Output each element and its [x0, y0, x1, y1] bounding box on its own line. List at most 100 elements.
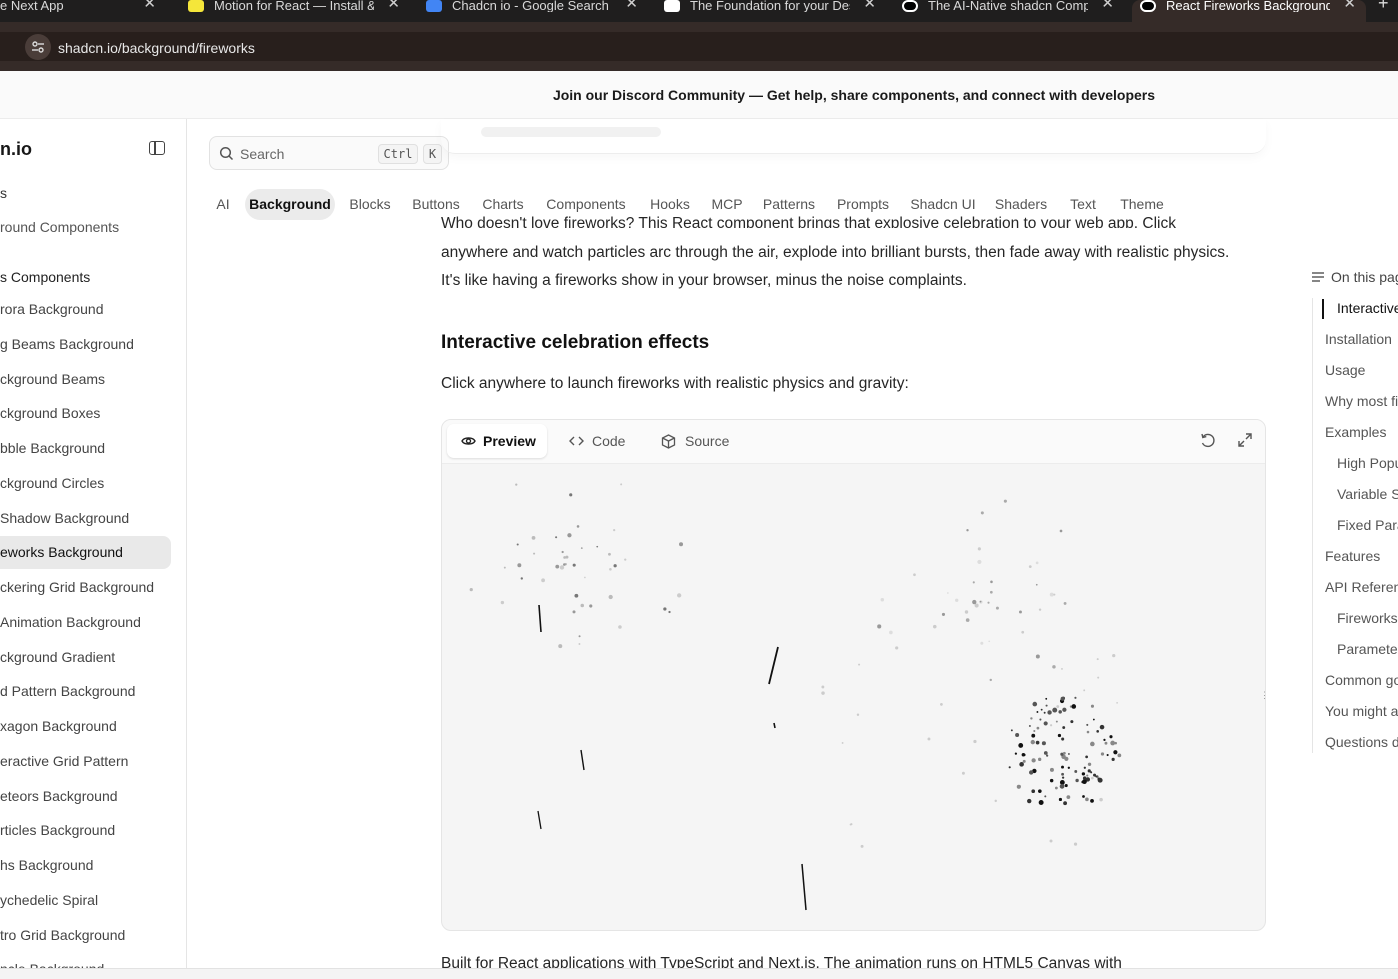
tab-close-icon[interactable]: ✕: [625, 0, 638, 11]
resize-handle[interactable]: ⋮: [1260, 688, 1265, 702]
address-bar: shadcn.io/background/fireworks: [0, 22, 1398, 71]
toc-item[interactable]: API Referen: [1325, 579, 1398, 595]
category-tab[interactable]: Background: [245, 189, 335, 220]
shortcut-ctrl: Ctrl: [378, 144, 418, 164]
demo-intro: Click anywhere to launch fireworks with …: [441, 375, 909, 392]
site-info-icon[interactable]: [25, 34, 51, 60]
category-tab[interactable]: AI: [209, 189, 237, 220]
toc-item[interactable]: Fireworks: [1337, 610, 1398, 626]
toc-item[interactable]: Examples: [1325, 424, 1386, 440]
sidebar-item[interactable]: bble Background: [0, 432, 171, 465]
list-icon: [1312, 272, 1324, 282]
toc-rail: [1312, 298, 1313, 753]
tab-close-icon[interactable]: ✕: [143, 0, 156, 11]
sidebar-item[interactable]: Animation Background: [0, 606, 171, 639]
shortcut-k: K: [423, 144, 442, 164]
tab-close-icon[interactable]: ✕: [387, 0, 400, 11]
sidebar-item[interactable]: ychedelic Spiral: [0, 884, 171, 917]
code-icon: [569, 436, 584, 446]
bottom-paragraph: Built for React applications with TypeSc…: [441, 955, 1261, 969]
tab-title: React Fireworks Background: [1166, 0, 1330, 12]
toc-item[interactable]: You might a: [1325, 703, 1398, 719]
toc-item[interactable]: Features: [1325, 548, 1380, 564]
tab-source[interactable]: Source: [649, 424, 739, 458]
url-text[interactable]: shadcn.io/background/fireworks: [58, 40, 255, 56]
bottom-line: Built for React applications with TypeSc…: [441, 955, 1122, 969]
toc-item[interactable]: Installation: [1325, 331, 1392, 347]
tab-title: The AI-Native shadcn Compone: [928, 0, 1088, 12]
horizontal-scrollbar[interactable]: [0, 968, 1398, 979]
sidebar-item[interactable]: tro Grid Background: [0, 919, 171, 952]
section-heading: Interactive celebration effects: [441, 332, 710, 353]
tab-favicon-icon: [664, 0, 680, 12]
toc-active-marker: [1322, 299, 1324, 319]
toc-item[interactable]: Why most fi: [1325, 393, 1398, 409]
tab-code-label: Code: [592, 433, 626, 449]
intro-line-3: It's like having a fireworks show in you…: [441, 272, 967, 289]
sidebar-item[interactable]: g Beams Background: [0, 328, 171, 361]
browser-tab[interactable]: Chadcn io - Google Search ✕: [418, 0, 648, 22]
toc-title-label: On this page: [1331, 269, 1398, 285]
eye-icon: [461, 437, 476, 445]
sidebar-item[interactable]: ckground Boxes: [0, 397, 171, 430]
sidebar-item[interactable]: ckground Circles: [0, 467, 171, 500]
toc-item[interactable]: Questions d: [1325, 734, 1398, 750]
toc-item[interactable]: Common go: [1325, 672, 1398, 688]
tab-close-icon[interactable]: ✕: [1343, 0, 1356, 11]
sidebar-item[interactable]: eworks Background: [0, 536, 171, 570]
tab-source-label: Source: [685, 433, 730, 449]
tab-close-icon[interactable]: ✕: [863, 0, 876, 11]
sidebar-item[interactable]: hs Background: [0, 849, 171, 882]
toc-item[interactable]: High Popu: [1337, 455, 1398, 471]
sidebar-item[interactable]: ckground Beams: [0, 363, 171, 396]
sidebar-item[interactable]: ckground Gradient: [0, 641, 171, 674]
toc-item[interactable]: Interactive: [1337, 300, 1398, 316]
browser-tab[interactable]: e Next App ✕: [0, 0, 166, 22]
preview-toolbar: Preview Code Source: [442, 420, 1265, 464]
intro-line-1: Who doesn't love fireworks? This React c…: [441, 216, 1176, 228]
preview-card: Preview Code Source ⋮: [441, 419, 1266, 931]
plus-icon: +: [1378, 0, 1389, 13]
browser-tab-strip: e Next App ✕ Motion for React — Install & …: [0, 0, 1398, 22]
sidebar-group-title: s Components: [0, 269, 91, 285]
fireworks-canvas[interactable]: [442, 464, 1265, 930]
search-icon: [219, 146, 234, 161]
sidebar-item[interactable]: Shadow Background: [0, 502, 171, 535]
scrolled-card-edge: [441, 119, 1266, 154]
browser-tab[interactable]: The Foundation for your Design ✕: [656, 0, 886, 22]
browser-tab[interactable]: React Fireworks Background ✕: [1132, 0, 1366, 22]
sidebar-category-link[interactable]: round Components: [0, 219, 119, 235]
tab-title: e Next App: [0, 0, 64, 12]
tab-favicon-icon: [426, 0, 442, 12]
new-tab-button[interactable]: +: [1372, 0, 1398, 22]
search-placeholder: Search: [240, 146, 285, 162]
sidebar-item[interactable]: rticles Background: [0, 814, 171, 847]
toc-item[interactable]: Variable S: [1337, 486, 1398, 502]
tab-favicon-icon: [1140, 0, 1156, 12]
expand-icon[interactable]: [1237, 432, 1257, 452]
tab-title: Motion for React — Install & fir: [214, 0, 374, 12]
intro-clipped-line: Who doesn't love fireworks? This React c…: [441, 216, 1261, 228]
category-tab[interactable]: Blocks: [343, 189, 397, 220]
sidebar: n.io s round Components s Components ror…: [0, 119, 187, 979]
tab-close-icon[interactable]: ✕: [1101, 0, 1114, 11]
toc-item[interactable]: Usage: [1325, 362, 1365, 378]
sidebar-item[interactable]: d Pattern Background: [0, 675, 171, 708]
browser-tab[interactable]: Motion for React — Install & fir ✕: [180, 0, 410, 22]
tab-preview[interactable]: Preview: [447, 424, 547, 458]
sidebar-item[interactable]: eractive Grid Pattern: [0, 745, 171, 778]
sidebar-item[interactable]: ckering Grid Background: [0, 571, 171, 604]
sidebar-item[interactable]: xagon Background: [0, 710, 171, 743]
discord-banner[interactable]: Join our Discord Community — Get help, s…: [0, 71, 1398, 119]
toc-item[interactable]: Fixed Para: [1337, 517, 1398, 533]
sidebar-item[interactable]: rora Background: [0, 293, 171, 326]
tab-favicon-icon: [188, 0, 204, 12]
brand-logo[interactable]: n.io: [0, 139, 32, 160]
sidebar-toggle-icon[interactable]: [149, 141, 165, 155]
search-input[interactable]: Search Ctrl K: [209, 136, 449, 170]
sidebar-item[interactable]: eteors Background: [0, 780, 171, 813]
toc-item[interactable]: Paramete: [1337, 641, 1398, 657]
browser-tab[interactable]: The AI-Native shadcn Compone ✕: [894, 0, 1124, 22]
refresh-icon[interactable]: [1199, 432, 1219, 452]
tab-code[interactable]: Code: [557, 424, 637, 458]
